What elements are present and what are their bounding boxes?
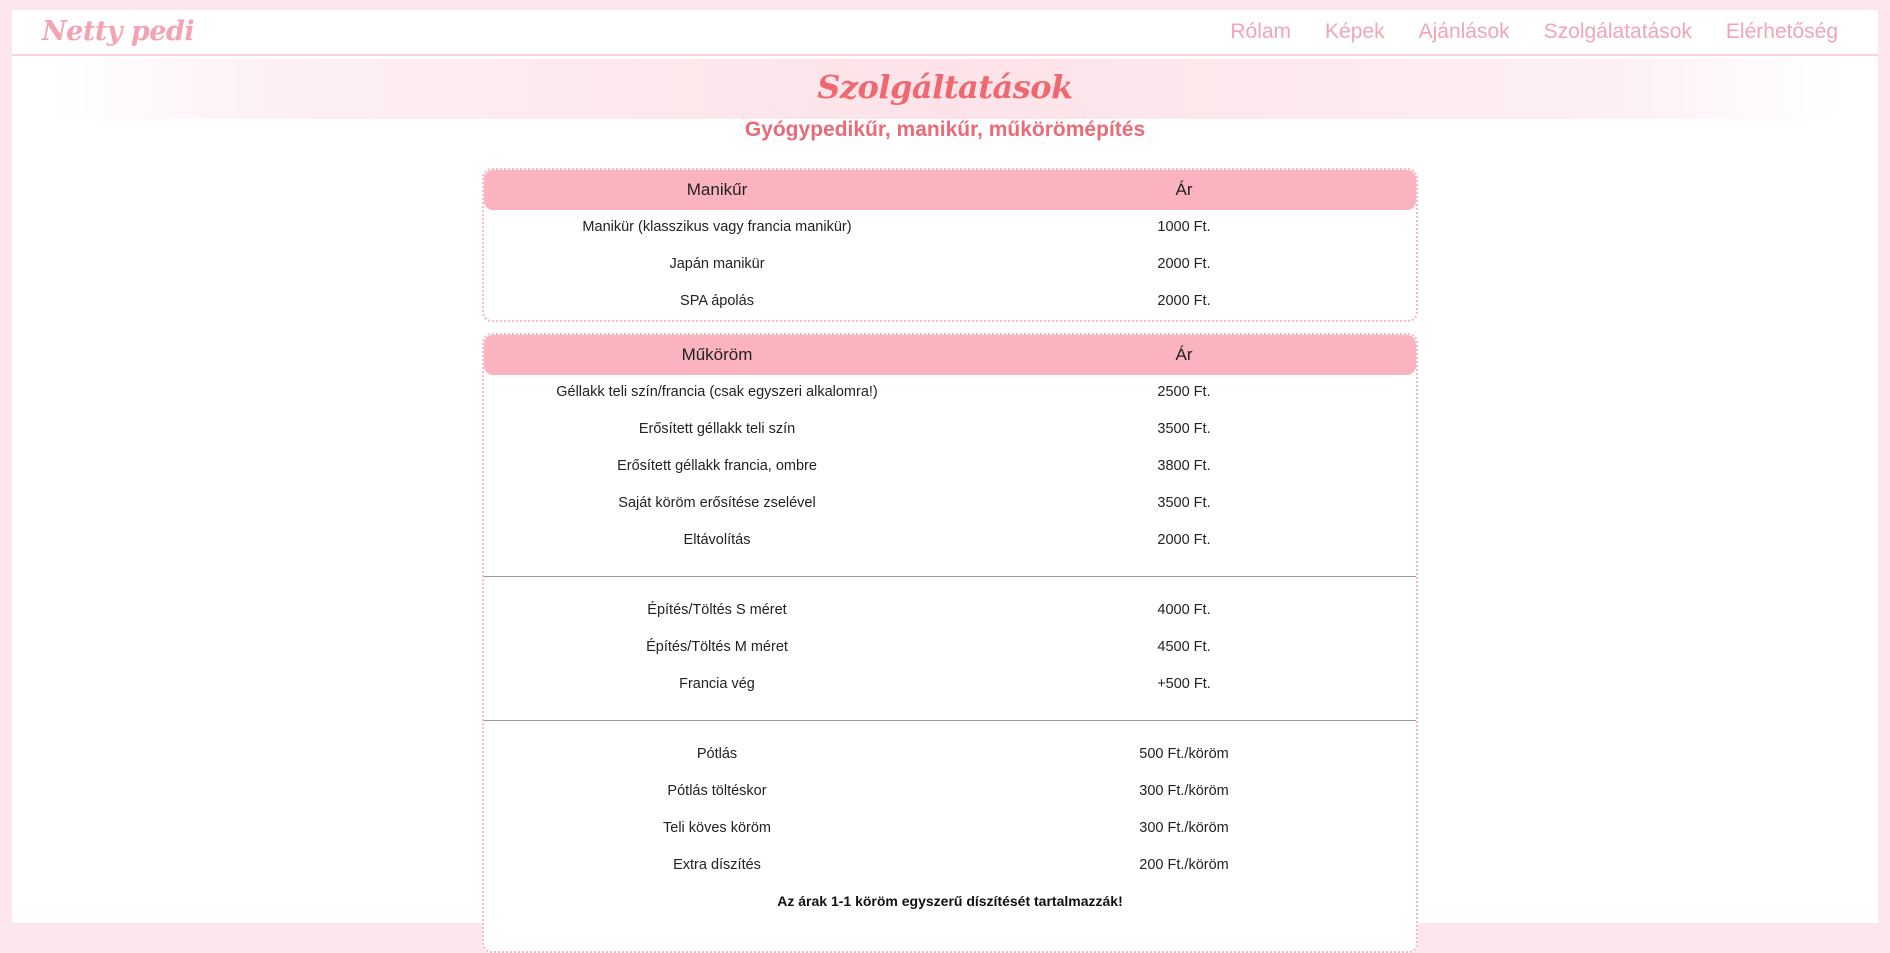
service-name: Saját köröm erősítése zselével [618,495,816,511]
table-row: SPA ápolás 2000 Ft. [484,284,1416,321]
table-row: Saját köröm erősítése zselével 3500 Ft. [484,486,1416,523]
service-price: 3500 Ft. [1157,495,1211,511]
manikur-price-table: Manikűr Ár Manikür (klasszikus vagy fran… [482,168,1418,322]
mukorom-header-name: Műköröm [681,345,753,364]
service-price: +500 Ft. [1157,676,1211,692]
service-price: 300 Ft./köröm [1139,783,1229,799]
table-row: Japán manikür 2000 Ft. [484,247,1416,284]
main-nav: Rólam Képek Ajánlások Szolgálatatások El… [1230,20,1838,44]
service-name: Japán manikür [669,256,765,272]
table-row: Építés/Töltés M méret 4500 Ft. [484,630,1416,667]
table-row: Erősített géllakk francia, ombre 3800 Ft… [484,449,1416,486]
table-row: Manikür (klasszikus vagy francia manikür… [484,210,1416,247]
nav-link-elerhetoseg[interactable]: Elérhetőség [1726,20,1838,44]
service-price: 2000 Ft. [1157,532,1211,548]
nav-link-kepek[interactable]: Képek [1325,20,1385,44]
service-name: Géllakk teli szín/francia (csak egyszeri… [556,384,878,400]
table-row: Francia vég +500 Ft. [484,667,1416,704]
service-name: Építés/Töltés S méret [647,602,787,618]
service-price: 2000 Ft. [1157,293,1211,309]
service-name: Extra díszítés [673,857,761,873]
manikur-header-name: Manikűr [686,180,748,199]
service-name: Pótlás [696,746,738,762]
decoration-note: Az árak 1-1 köröm egyszerű díszítését ta… [777,893,1123,909]
service-name: Teli köves köröm [663,820,771,836]
service-price: 500 Ft./köröm [1139,746,1229,762]
service-price: 4000 Ft. [1157,602,1211,618]
service-price: 2500 Ft. [1157,384,1211,400]
page-title: Szolgáltatások [817,68,1073,106]
title-band: Szolgáltatások [12,59,1878,119]
service-name: SPA ápolás [680,293,754,309]
section-divider [484,576,1416,577]
page-subtitle: Gyógypedikűr, manikűr, műkörömépítés [744,118,1146,141]
service-price: 4500 Ft. [1157,639,1211,655]
table-row: Erősített géllakk teli szín 3500 Ft. [484,412,1416,449]
service-name: Pótlás töltéskor [667,783,767,799]
table-row: Teli köves köröm 300 Ft./köröm [484,811,1416,848]
service-name: Francia vég [679,676,755,692]
table-row: Építés/Töltés S méret 4000 Ft. [484,593,1416,630]
section-divider [484,720,1416,721]
manikur-table-header: Manikűr Ár [484,170,1416,210]
table-row: Extra díszítés 200 Ft./köröm [484,848,1416,885]
service-price: 300 Ft./köröm [1139,820,1229,836]
table-row: Pótlás töltéskor 300 Ft./köröm [484,774,1416,811]
service-name: Építés/Töltés M méret [646,639,788,655]
service-name: Erősített géllakk francia, ombre [617,458,817,474]
service-price: 200 Ft./köröm [1139,857,1229,873]
manikur-header-price: Ár [1175,180,1193,199]
nav-link-rolam[interactable]: Rólam [1230,20,1291,44]
service-name: Eltávolítás [683,532,751,548]
table-row: Géllakk teli szín/francia (csak egyszeri… [484,375,1416,412]
service-price: 3800 Ft. [1157,458,1211,474]
service-name: Erősített géllakk teli szín [638,421,796,437]
service-price: 2000 Ft. [1157,256,1211,272]
page: Netty pedi Rólam Képek Ajánlások Szolgál… [12,10,1878,953]
mukorom-price-table: Műköröm Ár Géllakk teli szín/francia (cs… [482,333,1418,953]
nav-link-ajanlasok[interactable]: Ajánlások [1419,20,1510,44]
table-row: Pótlás 500 Ft./köröm [484,737,1416,774]
nav-link-szolgaltatasok[interactable]: Szolgálatatások [1544,20,1692,44]
navbar: Netty pedi Rólam Képek Ajánlások Szolgál… [12,10,1878,56]
service-name: Manikür (klasszikus vagy francia manikür… [582,219,852,235]
brand-logo[interactable]: Netty pedi [42,16,195,47]
mukorom-table-header: Műköröm Ár [484,335,1416,375]
mukorom-header-price: Ár [1175,345,1193,364]
service-price: 1000 Ft. [1157,219,1211,235]
table-row: Eltávolítás 2000 Ft. [484,523,1416,560]
service-price: 3500 Ft. [1157,421,1211,437]
